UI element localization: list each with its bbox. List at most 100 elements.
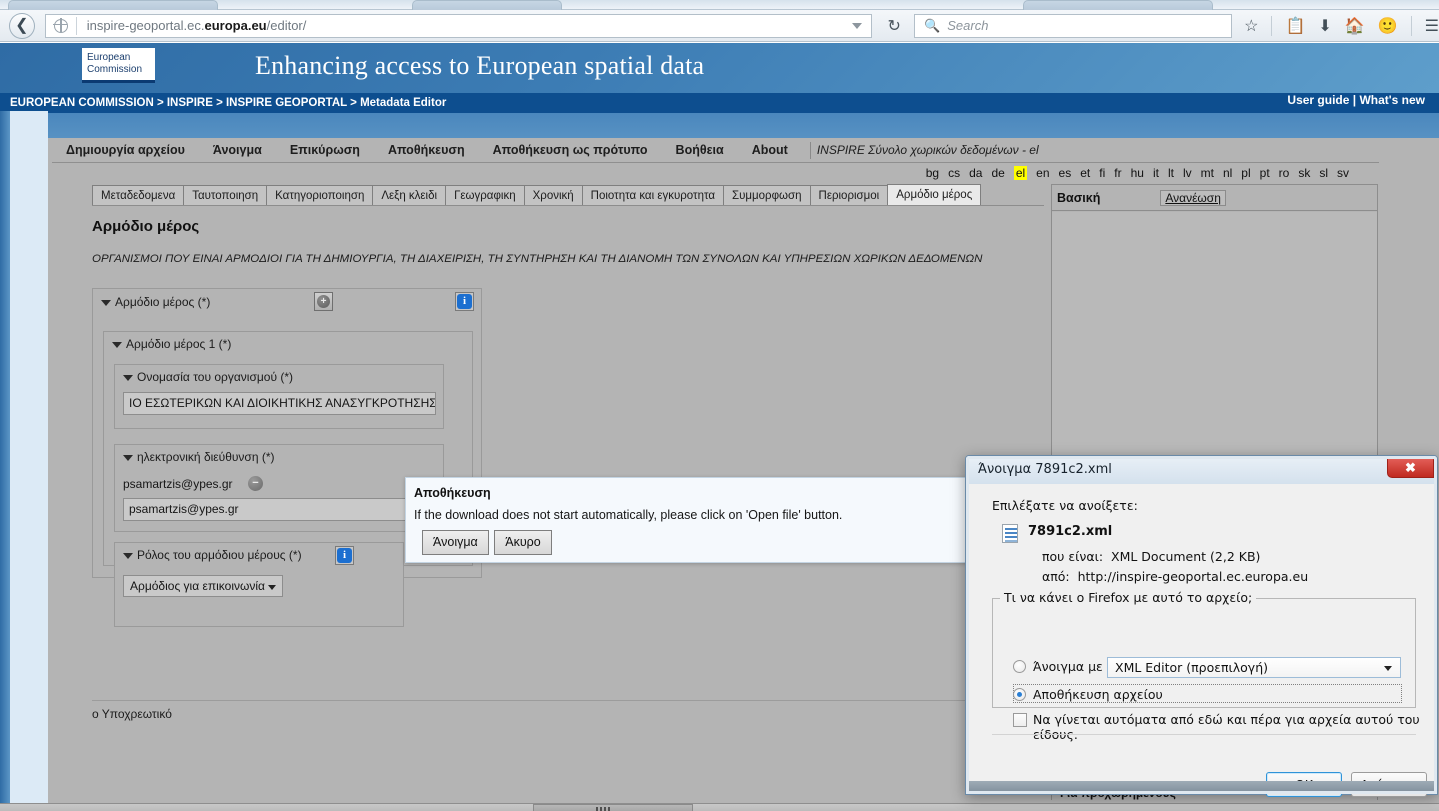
language-fi[interactable]: fi [1099,166,1105,180]
language-pl[interactable]: pl [1241,166,1250,180]
hamburger-menu-icon[interactable]: ☰ [1425,16,1439,36]
language-nl[interactable]: nl [1223,166,1232,180]
document-title: INSPIRE Σύνολο χωρικών δεδομένων - el [816,143,1039,157]
language-it[interactable]: it [1153,166,1159,180]
reload-icon[interactable]: ↻ [880,16,908,36]
what-to-do-legend: Τι να κάνει ο Firefox με αυτό το αρχείο; [1000,590,1257,605]
language-bg[interactable]: bg [926,166,939,180]
language-lv[interactable]: lv [1183,166,1192,180]
language-da[interactable]: da [969,166,982,180]
url-prefix: inspire-geoportal.ec. [86,18,205,33]
whats-new-link[interactable]: What's new [1359,93,1425,107]
open-with-radio[interactable] [1013,660,1026,673]
dialog-body: Επιλέξατε να ανοίξετε: 7891c2.xml που εί… [970,486,1433,797]
scrollbar-thumb[interactable] [533,804,693,811]
remove-email-button[interactable]: − [246,474,265,493]
sync-smiley-icon[interactable]: 🙂 [1378,16,1398,36]
tab-keyword[interactable]: Λεξη κλειδι [372,185,447,206]
language-el[interactable]: el [1013,166,1028,180]
menu-item-validate[interactable]: Επικύρωση [276,143,374,157]
user-guide-link[interactable]: User guide [1287,93,1349,107]
language-sk[interactable]: sk [1298,166,1310,180]
language-et[interactable]: et [1080,166,1090,180]
language-es[interactable]: es [1059,166,1072,180]
language-mt[interactable]: mt [1201,166,1214,180]
open-with-label[interactable]: Άνοιγμα με [1033,659,1103,674]
save-dialog-open-button[interactable]: Άνοιγμα [422,530,489,555]
menu-item-about[interactable]: About [738,143,802,157]
chevron-down-icon[interactable] [852,22,863,29]
dialog-lead-text: Επιλέξατε να ανοίξετε: [992,498,1138,513]
tab-metadata[interactable]: Μεταδεδομενα [92,185,185,206]
dialog-titlebar[interactable]: Άνοιγμα 7891c2.xml ✖ [966,456,1437,484]
horizontal-scrollbar[interactable] [48,803,1439,811]
language-lt[interactable]: lt [1168,166,1174,180]
tab-constraints[interactable]: Περιορισμοι [809,185,889,206]
language-en[interactable]: en [1036,166,1049,180]
add-responsible-party-button[interactable]: + [314,292,333,311]
address-bar[interactable]: inspire-geoportal.ec.europa.eu/editor/ [44,13,873,38]
language-sv[interactable]: sv [1337,166,1349,180]
organisation-name-label: Ονομασία του οργανισμού (*) [137,370,293,384]
remember-choice-checkbox[interactable] [1013,713,1027,727]
search-input[interactable]: 🔍 Search [914,13,1233,38]
url-path: /editor/ [266,18,307,33]
bookmark-star-icon[interactable]: ☆ [1244,16,1258,36]
site-banner-title: Enhancing access to European spatial dat… [255,51,705,80]
back-arrow-icon[interactable]: ❮ [9,12,35,39]
menu-item-save[interactable]: Αποθήκευση [374,143,479,157]
tab-identification[interactable]: Ταυτοποιηση [183,185,268,206]
close-x-icon[interactable]: ✖ [1387,457,1434,478]
browser-tab[interactable] [8,0,218,10]
form-tabs: Μεταδεδομενα Ταυτοποιηση Κατηγοριοποιηση… [47,184,1043,206]
dialog-title: Άνοιγμα 7891c2.xml [978,462,1112,477]
save-dialog-cancel-button[interactable]: Άκυρο [494,530,552,555]
save-file-radio[interactable] [1013,688,1026,701]
tab-temporal[interactable]: Χρονική [523,185,583,206]
language-de[interactable]: de [991,166,1004,180]
application-select[interactable]: XML Editor (προεπιλογή) [1107,657,1401,678]
language-pt[interactable]: pt [1260,166,1270,180]
collapse-triangle-icon[interactable] [123,455,133,461]
downloads-icon[interactable]: ⬇ [1318,16,1331,36]
email-input[interactable]: psamartzis@ypes.gr [123,498,427,521]
menu-item-open[interactable]: Άνοιγμα [199,143,276,157]
preview-refresh-button[interactable]: Ανανέωση [1160,189,1226,206]
tab-conformity[interactable]: Συμμορφωση [723,185,811,206]
home-icon[interactable]: 🏠 [1345,16,1365,36]
language-fr[interactable]: fr [1114,166,1121,180]
collapse-triangle-icon[interactable] [112,342,122,348]
menu-item-save-as-template[interactable]: Αποθήκευση ως πρότυπο [479,143,662,157]
remember-choice-label[interactable]: Να γίνεται αυτόματα από εδώ και πέρα για… [1033,712,1433,742]
collapse-triangle-icon[interactable] [101,300,111,306]
collapse-triangle-icon[interactable] [123,375,133,381]
role-select[interactable]: Αρμόδιος για επικοινωνία [123,575,283,597]
library-icon[interactable]: 📋 [1285,16,1305,36]
language-hu[interactable]: hu [1131,166,1144,180]
toolbar-divider [1271,15,1273,36]
browser-tab[interactable] [412,0,562,10]
menu-item-create-file[interactable]: Δημιουργία αρχείου [52,143,199,157]
menu-item-help[interactable]: Βοήθεια [662,143,738,157]
tab-quality-validity[interactable]: Ποιοτητα και εγκυροτητα [581,185,724,206]
save-file-label[interactable]: Αποθήκευση αρχείου [1033,687,1163,702]
organisation-name-input[interactable]: ΙΟ ΕΣΩΤΕΡΙΚΩΝ ΚΑΙ ΔΙΟΙΚΗΤΙΚΗΣ ΑΝΑΣΥΓΚΡΟΤ… [123,392,436,415]
site-header: European Commission Enhancing access to … [0,43,1439,93]
email-group: ηλεκτρονική διεύθυνση (*) psamartzis@ype… [114,444,455,532]
responsible-party-info-button[interactable]: i [455,292,474,311]
logo-line-2: Commission [87,64,143,75]
tab-responsible-party[interactable]: Αρμόδιο μέρος [887,184,982,206]
browser-tab[interactable] [1023,0,1213,10]
language-sl[interactable]: sl [1319,166,1328,180]
collapse-triangle-icon[interactable] [123,553,133,559]
language-cs[interactable]: cs [948,166,960,180]
dialog-file-type: που είναι: XML Document (2,2 KB) [1042,549,1260,564]
role-info-button[interactable]: i [335,546,354,565]
tab-geographic[interactable]: Γεωγραφικη [445,185,525,206]
european-commission-logo: European Commission [82,48,155,83]
tab-classification[interactable]: Κατηγοριοποιηση [266,185,374,206]
language-ro[interactable]: ro [1279,166,1290,180]
links-separator: | [1352,93,1357,107]
remove-circle-icon: − [248,476,263,491]
preview-pane-header: Βασική Ανανέωση [1052,185,1377,211]
